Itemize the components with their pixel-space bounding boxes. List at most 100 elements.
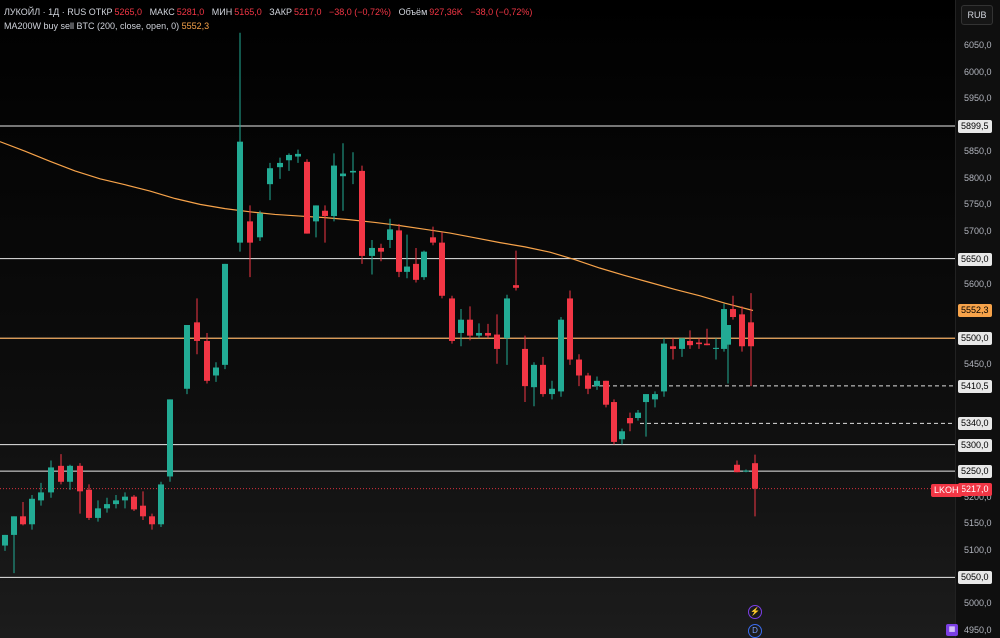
candle-body (661, 343, 667, 392)
candle-body (237, 141, 243, 243)
candle-body (277, 162, 283, 168)
candle-body (687, 340, 693, 346)
candle-body (158, 484, 164, 525)
candle-body (167, 399, 173, 477)
candle-body (704, 343, 710, 346)
price-tick: 4950,0 (964, 624, 992, 635)
low-label: МИН (211, 7, 233, 17)
price-tick: 5600,0 (964, 279, 992, 290)
candle-body (494, 334, 500, 349)
candle-body (38, 492, 44, 501)
price-tag: 5650,0 (958, 252, 992, 266)
candle-body (140, 505, 146, 517)
price-tag: 5217,0 (958, 482, 992, 496)
price-tick: 5150,0 (964, 518, 992, 529)
candle-body (713, 347, 719, 349)
candle-body (2, 534, 8, 546)
candle-body (331, 165, 337, 217)
candle-body (11, 516, 17, 535)
candle-body (29, 498, 35, 525)
candle-body (122, 496, 128, 501)
candle-body (652, 394, 658, 400)
chart-area[interactable] (0, 0, 955, 638)
high-value: 5281,0 (176, 7, 205, 17)
candle-body (430, 237, 436, 243)
symbol-legend[interactable]: ЛУКОЙЛ · 1Д · RUS ОТКР 5265,0 МАКС 5281,0 … (4, 7, 537, 17)
candle-body (594, 380, 600, 387)
candle-body (449, 298, 455, 341)
close-value: 5217,0 (293, 7, 322, 17)
candle-body (734, 464, 740, 473)
candle-body (340, 173, 346, 177)
candle-body (313, 205, 319, 222)
candle-body (627, 418, 633, 424)
price-tick: 6050,0 (964, 40, 992, 50)
volume-value: 927,36K (429, 7, 463, 17)
candle-body (611, 402, 617, 442)
candle-body (322, 210, 328, 217)
change-value: −38,0 (−0,72%) (329, 7, 392, 17)
ticker-tag: LKOH (931, 484, 962, 497)
candle-body (149, 516, 155, 525)
candle-body (378, 247, 384, 252)
price-tag: 5552,3 (958, 304, 992, 318)
price-tag: 5340,0 (958, 417, 992, 431)
price-tag: 5899,5 (958, 119, 992, 133)
candle-body (350, 170, 356, 173)
lightning-icon[interactable]: ⚡ (748, 605, 762, 619)
price-tag: 5050,0 (958, 571, 992, 585)
price-tag: 5410,5 (958, 379, 992, 393)
currency-button[interactable]: RUB (961, 5, 993, 25)
candle-body (522, 348, 528, 387)
candle-body (20, 516, 26, 525)
candle-body (131, 496, 137, 510)
candle-body (184, 325, 190, 389)
candle-body (635, 412, 641, 418)
candle-body (476, 332, 482, 336)
candle-body (504, 298, 510, 339)
candle-body (513, 285, 519, 288)
price-chart[interactable] (0, 0, 955, 638)
candle-body (619, 431, 625, 440)
price-tick: 5850,0 (964, 146, 992, 157)
candle-body (531, 364, 537, 388)
candle-body (421, 251, 427, 278)
candle-body (458, 319, 464, 333)
candle-body (679, 338, 685, 349)
candle-body (696, 342, 702, 345)
candle-body (67, 465, 73, 482)
candle-body (540, 364, 546, 395)
candle-body (739, 314, 745, 347)
candle-body (104, 504, 110, 509)
indicator-value: 5552,3 (181, 21, 210, 31)
candle-body (485, 332, 491, 336)
candle-body (77, 465, 83, 492)
candle-body (567, 298, 573, 360)
candle-body (58, 465, 64, 482)
price-tag: 5300,0 (958, 438, 992, 452)
candle-body (222, 263, 228, 365)
price-tick: 5000,0 (964, 598, 992, 608)
candle-body (204, 340, 210, 381)
indicator-name[interactable]: MA200W buy sell BTC (200, close, open, 0… (4, 21, 179, 31)
candle-body (113, 500, 119, 505)
candle-body (643, 394, 649, 403)
candle-body (404, 266, 410, 272)
price-tag: 5250,0 (958, 465, 992, 479)
open-value: 5265,0 (114, 7, 143, 17)
candle-body (576, 359, 582, 376)
candle-body (585, 375, 591, 389)
candle-body (725, 325, 731, 345)
volume-change: −38,0 (−0,72%) (470, 7, 533, 17)
candle-body (752, 463, 758, 489)
candle-body (670, 346, 676, 349)
indicator-legend[interactable]: MA200W buy sell BTC (200, close, open, 0… (4, 21, 209, 31)
candle-body (387, 229, 393, 240)
candle-body (48, 467, 54, 493)
open-label: ОТКР (88, 7, 113, 17)
symbol-title[interactable]: ЛУКОЙЛ · 1Д · RUS (4, 7, 86, 17)
price-tick: 5700,0 (964, 226, 992, 236)
tradingview-logo-icon[interactable]: ▦ (946, 624, 958, 636)
d-badge-icon[interactable]: D (748, 624, 762, 638)
low-value: 5165,0 (234, 7, 262, 17)
